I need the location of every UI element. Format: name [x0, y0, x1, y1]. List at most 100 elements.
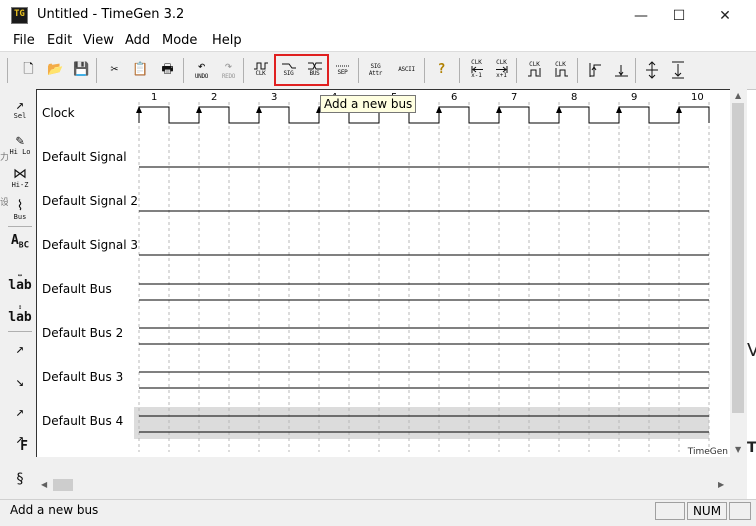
expand-vertical-icon: [645, 60, 658, 79]
bus-tool[interactable]: ⌇ Bus: [8, 196, 32, 224]
cycle-number: 3: [271, 92, 278, 103]
bus-waveform[interactable]: [139, 327, 709, 345]
abc-icon: ABC: [10, 232, 30, 251]
falling-edge-button[interactable]: [609, 57, 632, 82]
shrink-vertical-icon: [671, 61, 684, 78]
scroll-up-icon[interactable]: ▲: [735, 91, 741, 100]
horizontal-scrollbar[interactable]: ◀ ▶: [36, 476, 730, 494]
curved-arrow-icon: ↗: [15, 341, 25, 357]
cut-button[interactable]: ✂: [103, 57, 126, 82]
print-button[interactable]: 🖶: [156, 57, 179, 82]
break-tool[interactable]: §: [8, 465, 32, 493]
label-tool-horizontal[interactable]: ↔ lab: [8, 267, 32, 295]
folder-icon: 📂: [47, 62, 64, 77]
scissors-icon: ✂: [110, 62, 119, 77]
add-clock-button[interactable]: CLK: [249, 57, 272, 82]
lab-label-1: lab: [8, 277, 32, 293]
save-button[interactable]: 💾: [70, 57, 93, 82]
status-bar: Add a new bus NUM: [0, 499, 756, 526]
app-icon: TG: [11, 7, 28, 24]
signal-label[interactable]: Default Bus 3: [42, 370, 123, 384]
undo-label: UNDO: [194, 72, 209, 80]
menu-add[interactable]: Add: [125, 33, 150, 48]
tool-separator: [8, 331, 32, 332]
signal-label[interactable]: Default Signal 2: [42, 194, 138, 208]
clock-shift-left-button[interactable]: CLK x-1: [465, 57, 488, 82]
clock-shift-right-button[interactable]: CLK x+1: [490, 57, 513, 82]
add-separator-button[interactable]: SEP: [331, 57, 354, 82]
arrow-bend-tool[interactable]: ↘: [8, 368, 32, 396]
save-icon: 💾: [73, 62, 90, 77]
redo-button[interactable]: ↷ REDO: [217, 57, 240, 82]
signal-label[interactable]: Default Signal 3: [42, 238, 138, 252]
cycle-number: 1: [151, 92, 158, 103]
new-file-icon: 🗋: [23, 62, 34, 77]
menu-bar: File Edit View Add Mode Help: [0, 31, 756, 51]
menu-help[interactable]: Help: [212, 33, 242, 48]
num-lock-indicator: NUM: [687, 502, 727, 520]
menu-edit[interactable]: Edit: [47, 33, 72, 48]
clock-edge-b-button[interactable]: CLK: [549, 57, 572, 82]
clk-right-sub: x+1: [496, 72, 507, 79]
toolbar-separator: [96, 58, 97, 83]
ascii-button[interactable]: ASCII: [395, 57, 418, 82]
close-button[interactable]: ✕: [702, 0, 748, 31]
bus-waveform[interactable]: [139, 283, 709, 301]
maximize-button[interactable]: ☐: [656, 0, 702, 31]
arrow-straight-tool[interactable]: ↗: [8, 398, 32, 426]
sig-attr-label-2: Attr: [368, 69, 383, 77]
shrink-button[interactable]: [666, 57, 689, 82]
clock-waveform[interactable]: [138, 106, 710, 124]
hiz-label: Hi-Z: [11, 181, 29, 189]
clock-edge-icon: [527, 68, 540, 77]
horizontal-scroll-thumb[interactable]: [53, 479, 73, 491]
signal-label[interactable]: Clock: [42, 106, 75, 120]
cycle-number: 7: [511, 92, 518, 103]
undo-button[interactable]: ↶ UNDO: [190, 57, 213, 82]
menu-view[interactable]: View: [83, 33, 114, 48]
waveform-canvas[interactable]: Clock Default Signal Default Signal 2 Defau…: [36, 89, 730, 457]
bus-waveform[interactable]: [139, 371, 709, 389]
sep-label: SEP: [337, 69, 348, 76]
signal-label[interactable]: Default Bus 4: [42, 414, 123, 428]
background-window-fragment: T: [747, 440, 756, 460]
vertical-scroll-thumb[interactable]: [732, 103, 744, 413]
selected-row-highlight: [134, 407, 709, 439]
clock-wave-icon: [253, 62, 268, 70]
rising-edge-icon: [589, 62, 601, 77]
arrow-curve-tool[interactable]: ↗: [8, 335, 32, 363]
new-file-button[interactable]: 🗋: [17, 57, 40, 82]
label-tool-vertical[interactable]: ↕ lab: [8, 299, 32, 327]
title-bar: TG Untitled - TimeGen 3.2 — ☐ ✕: [0, 0, 756, 31]
menu-mode[interactable]: Mode: [162, 33, 197, 48]
rising-edge-button[interactable]: [583, 57, 606, 82]
clock-edge-a-button[interactable]: CLK: [523, 57, 546, 82]
hi-lo-tool[interactable]: ✎ Hi Lo: [8, 131, 32, 159]
scroll-down-icon[interactable]: ▼: [735, 445, 741, 454]
bus-draw-icon: ⌇: [16, 198, 24, 214]
signal-attributes-button[interactable]: SIG Attr: [364, 57, 387, 82]
help-button[interactable]: ?: [430, 57, 453, 82]
pen-icon: ✎: [15, 133, 25, 149]
redo-label: REDO: [221, 72, 236, 80]
menu-file[interactable]: File: [13, 33, 35, 48]
signal-label[interactable]: Default Bus: [42, 282, 112, 296]
copy-button[interactable]: 📋: [129, 57, 152, 82]
toolbar-separator: [459, 58, 460, 83]
select-tool[interactable]: ↗ Sel: [8, 95, 32, 123]
hi-z-tool[interactable]: ⋈ Hi-Z: [8, 164, 32, 192]
text-tool[interactable]: ABC: [8, 229, 32, 257]
tooltip: Add a new bus: [320, 95, 417, 113]
sig-attr-label-1: SIG: [370, 62, 381, 70]
open-file-button[interactable]: 📂: [44, 57, 67, 82]
scroll-right-icon[interactable]: ▶: [718, 480, 724, 489]
signal-label[interactable]: Default Bus 2: [42, 326, 123, 340]
expand-button[interactable]: [640, 57, 663, 82]
function-tool[interactable]: ↗ F: [8, 428, 32, 456]
bent-arrow-icon: ↘: [15, 374, 25, 390]
signal-label[interactable]: Default Signal: [42, 150, 127, 164]
cycle-number: 9: [631, 92, 638, 103]
vertical-scrollbar[interactable]: ▲ ▼: [730, 89, 747, 457]
background-window-fragment: V: [747, 340, 756, 370]
scroll-left-icon[interactable]: ◀: [41, 480, 47, 489]
